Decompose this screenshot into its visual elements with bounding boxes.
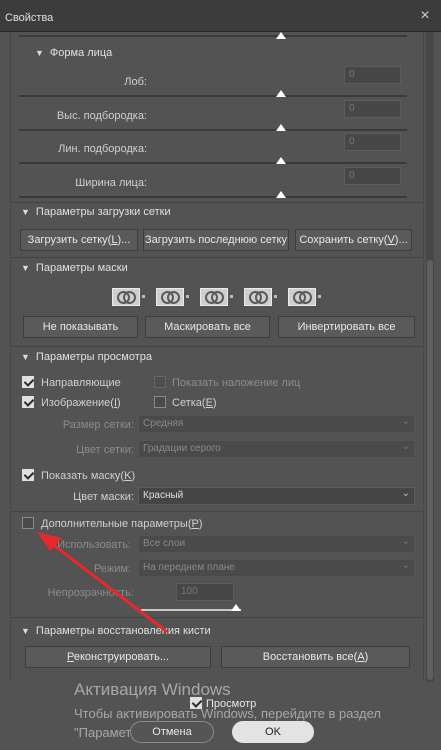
annotation-arrow [37, 532, 168, 633]
